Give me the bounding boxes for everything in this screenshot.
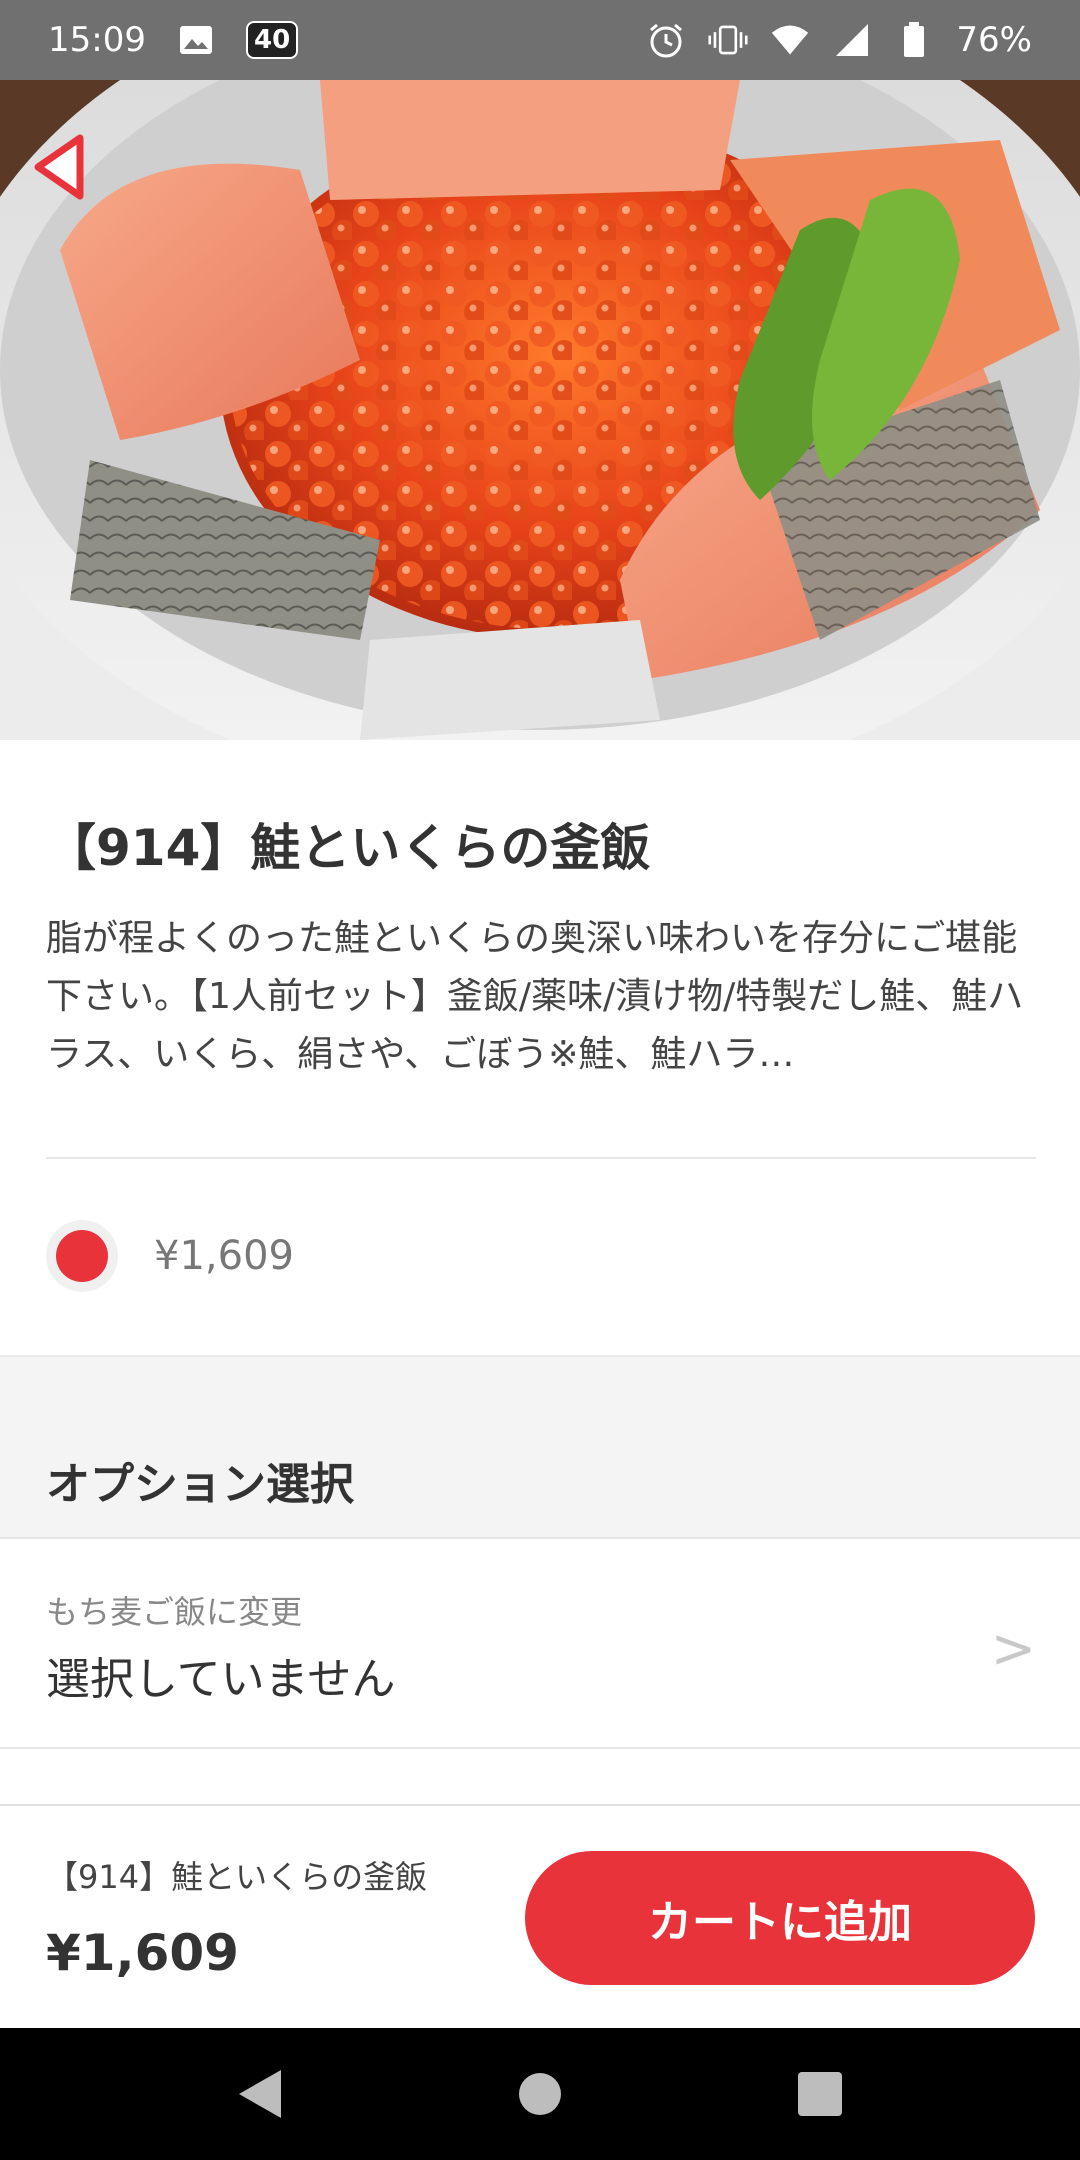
product-title: 【914】鮭といくらの釜飯 xyxy=(46,819,651,877)
signal-icon xyxy=(832,20,872,60)
status-time: 15:09 xyxy=(48,20,146,60)
divider xyxy=(46,1157,1036,1159)
nav-recents-button[interactable] xyxy=(790,2064,850,2124)
status-bar: 15:09 40 76% xyxy=(0,0,1080,80)
add-to-cart-button[interactable]: カートに追加 xyxy=(525,1851,1035,1985)
image-icon xyxy=(176,20,216,60)
option-section-title: オプション選択 xyxy=(46,1459,354,1510)
option-row-mochimugi[interactable]: もち麦ご飯に変更 選択していません > xyxy=(0,1537,1080,1749)
wifi-icon xyxy=(770,20,810,60)
back-arrow-icon xyxy=(34,134,84,200)
product-description: 脂が程よくのった鮭といくらの奥深い味わいを存分にご堪能下さい。【1人前セット】釜… xyxy=(46,918,1024,1075)
option-value: 選択していません xyxy=(46,1654,396,1705)
bottom-product-name: 【914】鮭といくらの釜飯 xyxy=(46,1858,428,1896)
alarm-icon xyxy=(646,20,686,60)
nav-back-button[interactable] xyxy=(230,2064,290,2124)
product-image xyxy=(0,80,1080,740)
price-radio[interactable] xyxy=(46,1220,118,1292)
system-nav-bar xyxy=(0,2028,1080,2160)
back-button[interactable] xyxy=(30,132,90,202)
battery-level: 76% xyxy=(956,20,1032,60)
price-label: ¥1,609 xyxy=(154,1233,294,1279)
nav-back-icon xyxy=(239,2070,281,2118)
radio-selected-dot xyxy=(56,1230,108,1282)
notification-badge: 40 xyxy=(245,21,299,59)
price-option[interactable]: ¥1,609 xyxy=(46,1220,294,1292)
kamameshi-photo xyxy=(0,80,1080,740)
vibrate-icon xyxy=(708,20,748,60)
nav-home-icon xyxy=(519,2073,561,2115)
battery-icon xyxy=(894,20,934,60)
chevron-right-icon: > xyxy=(990,1617,1036,1680)
option-label: もち麦ご飯に変更 xyxy=(46,1593,303,1631)
bottom-cart-bar: 【914】鮭といくらの釜飯 ¥1,609 カートに追加 xyxy=(0,1804,1080,2028)
nav-recents-icon xyxy=(798,2072,842,2116)
nav-home-button[interactable] xyxy=(510,2064,570,2124)
bottom-total-price: ¥1,609 xyxy=(46,1924,239,1982)
